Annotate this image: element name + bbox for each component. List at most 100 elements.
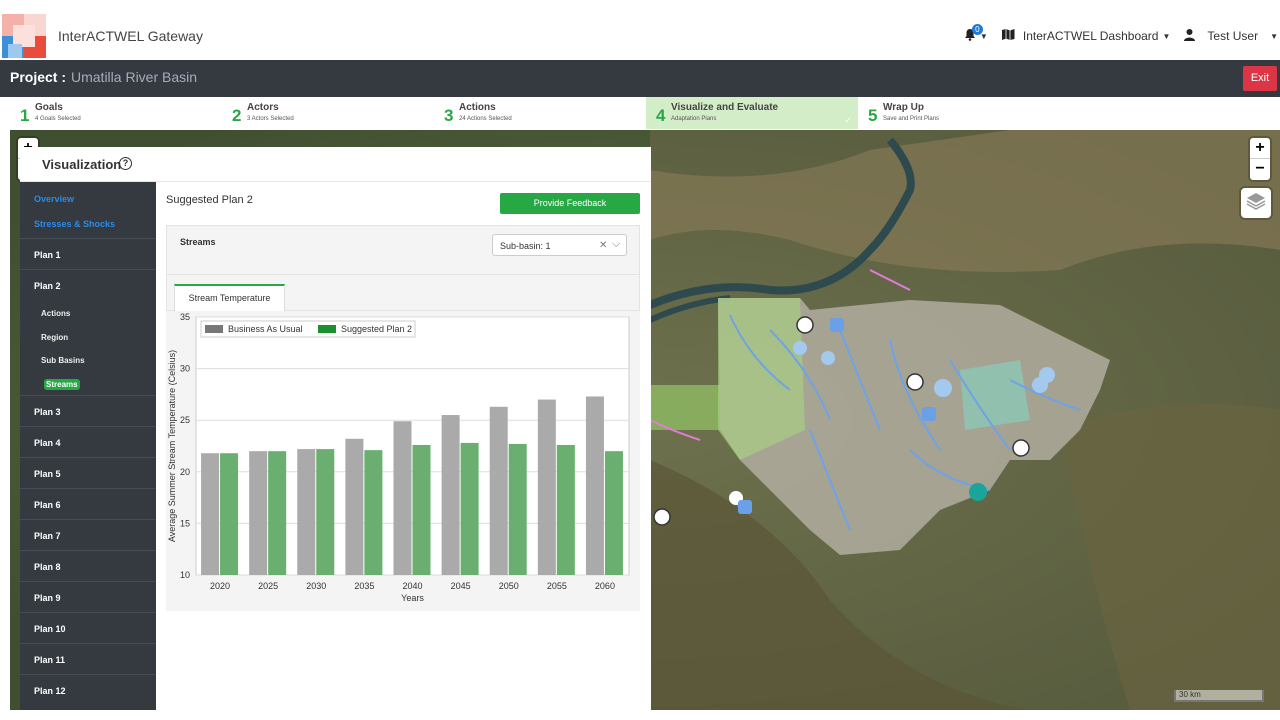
plan-title: Suggested Plan 2	[166, 194, 253, 206]
chevron-down-icon: ▼	[1162, 31, 1171, 41]
user-menu[interactable]: Test User ▼	[1184, 28, 1280, 44]
y-tick-label: 25	[180, 415, 190, 425]
sidebar-item-plan-11[interactable]: Plan 11	[34, 655, 65, 665]
exit-button[interactable]: Exit	[1243, 66, 1277, 91]
bar-business-as-usual	[201, 453, 220, 575]
x-axis-label: Years	[401, 593, 424, 603]
sidebar-item-plan-7[interactable]: Plan 7	[34, 531, 61, 541]
chevron-down-icon[interactable]: ⌵	[612, 238, 620, 251]
step-number: 3	[444, 106, 454, 125]
sidebar-item-plan-10[interactable]: Plan 10	[34, 624, 66, 634]
y-tick-label: 30	[180, 364, 190, 374]
sidebar-item-overview[interactable]: Overview	[34, 194, 74, 204]
legend-label: Business As Usual	[228, 324, 303, 334]
provide-feedback-button[interactable]: Provide Feedback	[500, 193, 640, 214]
step-title: Actions	[459, 102, 496, 113]
zoom-in-button[interactable]: +	[1250, 138, 1270, 159]
sidebar-item-plan-2[interactable]: Plan 2	[34, 281, 61, 291]
x-tick-label: 2045	[451, 581, 471, 591]
sidebar-subitem-region[interactable]: Region	[41, 333, 68, 342]
step-number: 2	[232, 106, 242, 125]
step-actions[interactable]: 3 Actions 24 Actions Selected	[434, 97, 646, 129]
chevron-down-icon: ▼	[1270, 31, 1278, 41]
bar-suggested-plan-2	[364, 450, 383, 575]
step-wrap-up[interactable]: 5 Wrap Up Save and Print Plans	[858, 97, 1070, 129]
step-title: Visualize and Evaluate	[671, 102, 779, 113]
y-tick-label: 10	[180, 570, 190, 580]
app-logo[interactable]	[2, 14, 46, 58]
visualization-content: Suggested Plan 2 Provide Feedback Stream…	[156, 182, 651, 710]
project-name: Umatilla River Basin	[71, 69, 198, 85]
map-scale: 30 km	[1174, 690, 1264, 702]
layers-button[interactable]	[1241, 188, 1271, 218]
bar-suggested-plan-2	[316, 449, 335, 575]
bar-suggested-plan-2	[460, 442, 479, 575]
panel-title: Visualization	[42, 157, 122, 172]
subbasin-select[interactable]: Sub-basin: 1 ✕ ⌵	[492, 234, 627, 256]
dashboard-label: InterACTWEL Dashboard	[1022, 29, 1159, 43]
x-tick-label: 2030	[306, 581, 326, 591]
x-tick-label: 2025	[258, 581, 278, 591]
notification-count-badge: 0	[971, 24, 983, 35]
step-subtitle: Save and Print Plans	[883, 116, 940, 122]
visualization-sidebar: Overview Stresses & Shocks Plan 1 Plan 2…	[20, 182, 156, 710]
bar-business-as-usual	[537, 399, 556, 575]
sidebar-item-plan-9[interactable]: Plan 9	[34, 593, 61, 603]
workflow-steps: 1 Goals 4 Goals Selected 2 Actors 3 Acto…	[10, 97, 1280, 129]
clear-icon[interactable]: ✕	[599, 240, 607, 251]
sidebar-item-stresses[interactable]: Stresses & Shocks	[34, 219, 115, 229]
map-zoom-control: + −	[1250, 138, 1270, 180]
stream-temperature-chart: 1015202530352020 2025 2030 2035 2040 2045 2050…	[167, 312, 630, 603]
y-tick-label: 20	[180, 467, 190, 477]
sidebar-item-plan-1[interactable]: Plan 1	[34, 250, 61, 260]
chart-tabs: Stream Temperature	[166, 275, 640, 311]
dashboard-dropdown[interactable]: InterACTWEL Dashboard ▼	[1001, 29, 1171, 43]
sidebar-item-plan-12[interactable]: Plan 12	[34, 686, 66, 696]
x-tick-label: 2055	[547, 581, 567, 591]
streams-label: Streams	[180, 237, 216, 247]
user-name: Test User	[1207, 29, 1259, 43]
chart-container: 10 15 20 25 30 35 2020 2025 2030 2035 2040 2045 2050…	[166, 311, 640, 611]
y-axis-label: Average Summer Stream Temperature (Celsi…	[167, 350, 177, 542]
sidebar-item-plan-3[interactable]: Plan 3	[34, 407, 61, 417]
bar-suggested-plan-2	[604, 451, 623, 575]
streams-filter-box: Streams Sub-basin: 1 ✕ ⌵	[166, 225, 640, 275]
step-subtitle: 4 Goals Selected	[35, 116, 81, 122]
x-tick-label: 2020	[210, 581, 230, 591]
checkmark-icon: ✓	[844, 115, 852, 125]
bar-business-as-usual	[297, 449, 316, 575]
x-tick-label: 2060	[595, 581, 615, 591]
zoom-out-button[interactable]: −	[1250, 159, 1270, 180]
sidebar-item-plan-8[interactable]: Plan 8	[34, 562, 61, 572]
step-visualize[interactable]: 4 Visualize and Evaluate Adaptation Plan…	[646, 97, 858, 129]
sidebar-subitem-streams[interactable]: Streams	[44, 379, 80, 390]
brand-title[interactable]: InterACTWEL Gateway	[58, 28, 203, 44]
sidebar-item-plan-6[interactable]: Plan 6	[34, 500, 61, 510]
y-tick-label: 35	[180, 312, 190, 322]
sidebar-subitem-sub-basins[interactable]: Sub Basins	[41, 356, 85, 365]
notifications-button[interactable]: 0 ▼	[964, 24, 990, 46]
project-label: Project :	[10, 69, 67, 85]
sidebar-subitem-actions[interactable]: Actions	[41, 309, 70, 318]
x-tick-label: 2040	[402, 581, 422, 591]
step-title: Actors	[247, 102, 279, 113]
bar-business-as-usual	[489, 406, 508, 575]
step-subtitle: Adaptation Plans	[671, 116, 717, 122]
step-number: 5	[868, 106, 878, 125]
x-tick-label: 2050	[499, 581, 519, 591]
step-subtitle: 24 Actions Selected	[459, 116, 512, 122]
layers-icon	[1246, 192, 1266, 215]
help-icon[interactable]: ?	[119, 157, 132, 170]
step-goals[interactable]: 1 Goals 4 Goals Selected	[10, 97, 222, 129]
subbasin-select-value: Sub-basin: 1	[500, 241, 551, 251]
sidebar-item-plan-4[interactable]: Plan 4	[34, 438, 61, 448]
step-title: Goals	[35, 102, 63, 113]
legend-label: Suggested Plan 2	[341, 324, 412, 334]
step-actors[interactable]: 2 Actors 3 Actors Selected	[222, 97, 434, 129]
project-bar: Project : Umatilla River Basin	[0, 60, 1280, 97]
top-navbar: InterACTWEL Gateway 0 ▼ InterACTWEL Dash…	[0, 0, 1280, 60]
tab-stream-temperature[interactable]: Stream Temperature	[174, 284, 285, 311]
bar-business-as-usual	[249, 451, 268, 575]
sidebar-item-plan-5[interactable]: Plan 5	[34, 469, 61, 479]
bar-business-as-usual	[441, 415, 460, 575]
